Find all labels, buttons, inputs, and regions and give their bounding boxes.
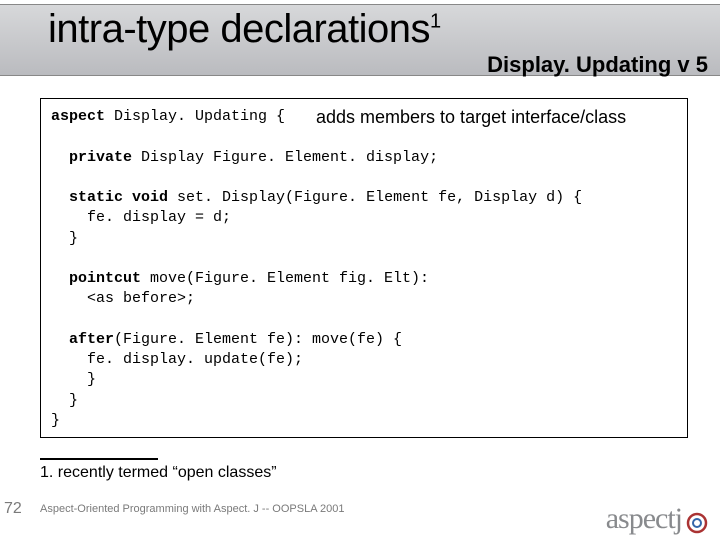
title-superscript: 1: [430, 11, 441, 33]
logo-text: aspectj: [606, 502, 682, 536]
code-l16: }: [51, 412, 60, 429]
slide-subtitle: Display. Updating v 5: [487, 52, 708, 78]
annotation-members: adds members to target interface/class: [316, 107, 626, 128]
slide-title: intra-type declarations1: [48, 7, 441, 52]
code-l5b: set. Display(Figure. Element fe, Display…: [168, 189, 582, 206]
slide-number: 72: [4, 500, 22, 518]
code-kw-after: after: [51, 331, 114, 348]
code-kw-static-void: static void: [51, 189, 168, 206]
slide: intra-type declarations1 Display. Updati…: [0, 0, 720, 540]
code-l7: }: [51, 230, 78, 247]
code-l10: <as before>;: [51, 290, 195, 307]
aspectj-logo: aspectj: [606, 502, 710, 536]
code-l9b: move(Figure. Element fig. Elt):: [141, 270, 429, 287]
code-l1b: Display. Updating {: [105, 108, 285, 125]
code-l6: fe. display = d;: [51, 209, 231, 226]
code-kw-aspect: aspect: [51, 108, 105, 125]
title-text: intra-type declarations: [48, 7, 430, 51]
code-kw-pointcut: pointcut: [51, 270, 141, 287]
code-box: aspect Display. Updating { private Displ…: [40, 98, 688, 438]
footnote-rule: [40, 458, 158, 460]
code-kw-private: private: [51, 149, 132, 166]
code-l15: }: [51, 392, 78, 409]
slide-credit: Aspect-Oriented Programming with Aspect.…: [40, 503, 344, 515]
code-l3b: Display Figure. Element. display;: [132, 149, 438, 166]
code-l13: fe. display. update(fe);: [51, 351, 303, 368]
code-l12b: (Figure. Element fe): move(fe) {: [114, 331, 402, 348]
code-l14: }: [51, 371, 96, 388]
logo-swirl-icon: [684, 510, 710, 536]
footnote-text: 1. recently termed “open classes”: [40, 464, 277, 482]
